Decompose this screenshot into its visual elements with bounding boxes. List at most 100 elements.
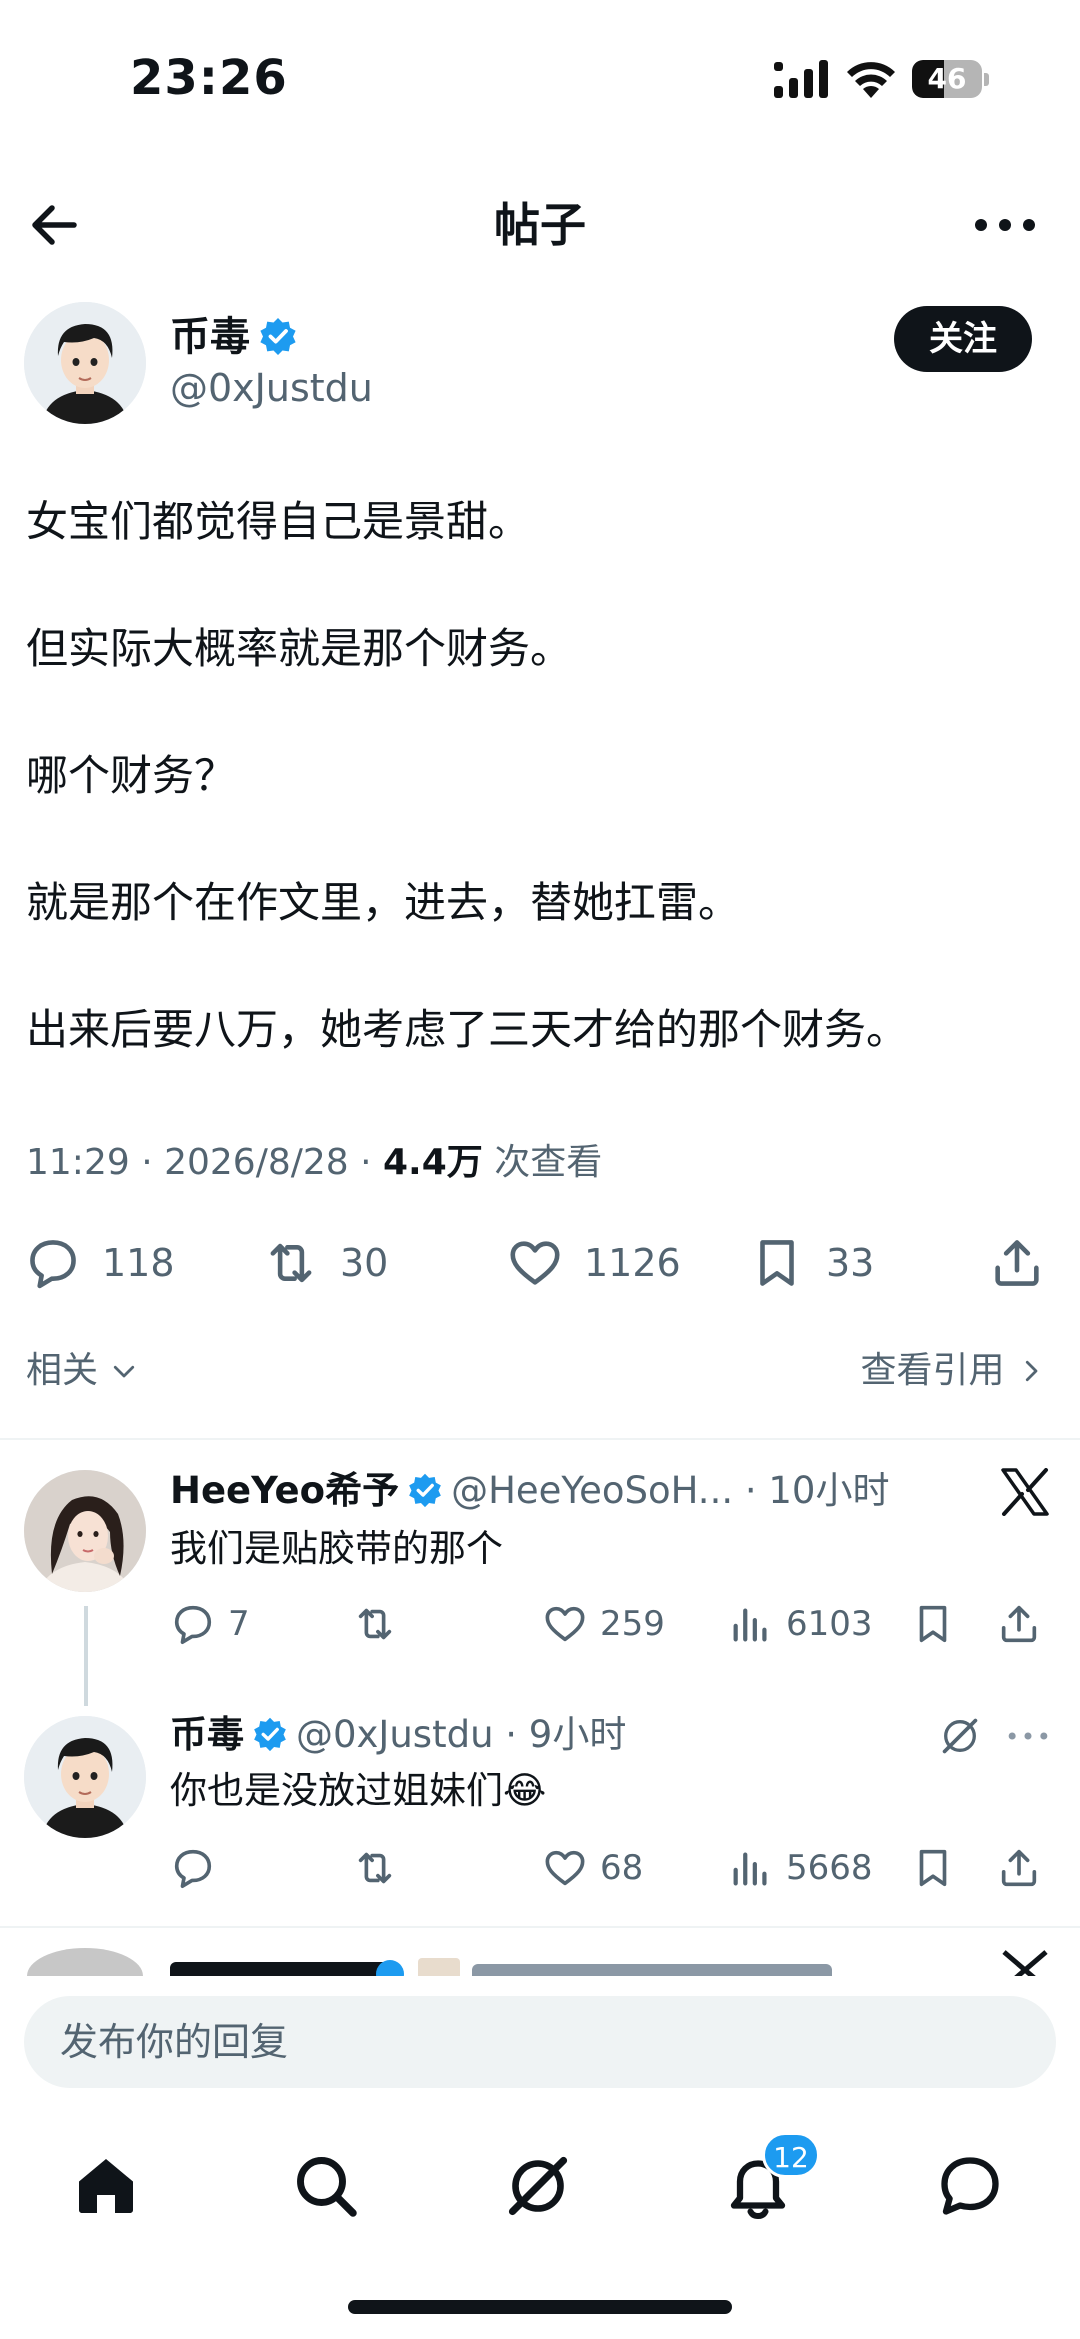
- x-logo-icon: [1001, 1468, 1049, 1516]
- heart-icon: [545, 1850, 585, 1886]
- bookmark-icon: [919, 1849, 947, 1887]
- tweet-paragraph: 女宝们都觉得自己是景甜。: [26, 497, 531, 546]
- reply-like-button[interactable]: 259: [542, 1594, 665, 1654]
- reply-views-button[interactable]: 5668: [728, 1838, 873, 1898]
- follow-button[interactable]: 关注: [894, 306, 1032, 372]
- tweet-timestamp[interactable]: 11:29 · 2026/8/28 ·: [26, 1142, 383, 1183]
- author-avatar[interactable]: [24, 302, 146, 424]
- bookmark-count: 33: [826, 1241, 875, 1285]
- tweet-paragraph: 哪个财务？: [26, 751, 237, 800]
- share-button[interactable]: [988, 1228, 1046, 1298]
- reply-handle-time[interactable]: @HeeYeoSoH... · 10小时: [451, 1469, 889, 1512]
- reply-actions: 68 5668: [170, 1838, 1050, 1898]
- reply-count: 118: [102, 1241, 175, 1285]
- page-title: 帖子: [494, 198, 586, 252]
- nav-search[interactable]: [290, 2150, 370, 2230]
- reply-views-count: 6103: [786, 1604, 873, 1644]
- verified-badge-icon: [254, 1717, 286, 1752]
- author-name-row[interactable]: 币毒: [170, 312, 298, 362]
- view-quotes-link[interactable]: 查看引用: [861, 1346, 1046, 1396]
- grok-icon: [508, 2156, 568, 2216]
- reply-comment-count: 7: [228, 1604, 250, 1644]
- view-quotes-label: 查看引用: [860, 1350, 1005, 1391]
- reply-author-name[interactable]: HeeYeo希予: [170, 1469, 399, 1512]
- battery-percent: 46: [927, 62, 967, 95]
- home-icon: [79, 2159, 133, 2213]
- verified-badge-icon: [409, 1473, 441, 1508]
- reply-icon: [30, 1240, 76, 1289]
- next-reply-peek: [0, 1928, 1080, 1976]
- reply-bookmark-button[interactable]: [910, 1594, 956, 1654]
- chevron-down-icon: [114, 1365, 135, 1378]
- related-link[interactable]: 相关: [26, 1346, 139, 1396]
- views-label: 次查看: [482, 1142, 603, 1183]
- chevron-right-icon: [1025, 1360, 1038, 1382]
- reply-button[interactable]: 118: [24, 1228, 175, 1298]
- reply-header: HeeYeo希予 @HeeYeoSoH... · 10小时: [170, 1466, 889, 1516]
- reply-like-button[interactable]: 68: [542, 1838, 643, 1898]
- reply-comment-button[interactable]: 7: [170, 1594, 250, 1654]
- reply-avatar[interactable]: [24, 1470, 146, 1592]
- share-icon: [1001, 1605, 1037, 1643]
- more-options-icon[interactable]: [1006, 1726, 1050, 1746]
- reply-share-button[interactable]: [996, 1594, 1042, 1654]
- reply-icon: [174, 1849, 212, 1889]
- battery-indicator: 46: [912, 60, 989, 98]
- repost-icon: [358, 1608, 392, 1640]
- views-count: 4.4万: [383, 1142, 483, 1183]
- author-name[interactable]: 币毒: [170, 314, 250, 360]
- more-options-icon[interactable]: [970, 195, 1040, 255]
- like-count: 1126: [584, 1241, 681, 1285]
- repost-icon: [358, 1852, 392, 1884]
- grok-icon[interactable]: [938, 1714, 982, 1758]
- nav-home[interactable]: [70, 2150, 150, 2230]
- related-label: 相关: [26, 1350, 99, 1391]
- heart-icon: [510, 1241, 560, 1285]
- share-icon: [1001, 1849, 1037, 1887]
- share-icon: [995, 1240, 1039, 1286]
- author-handle[interactable]: @0xJustdu: [170, 364, 373, 412]
- cellular-signal-icon: [774, 60, 828, 98]
- reply-bookmark-button[interactable]: [910, 1838, 956, 1898]
- bookmark-button[interactable]: 33: [748, 1228, 874, 1298]
- nav-grok[interactable]: [502, 2150, 582, 2230]
- reply-compose-input[interactable]: 发布你的回复: [24, 1996, 1056, 2088]
- wifi-icon: [847, 62, 895, 98]
- reply-comment-button[interactable]: [170, 1838, 228, 1898]
- tweet-text: 女宝们都觉得自己是景甜。 但实际大概率就是那个财务。 哪个财务？ 就是那个在作文…: [26, 492, 1056, 1127]
- repost-count: 30: [340, 1241, 389, 1285]
- reply-like-count: 259: [600, 1604, 665, 1644]
- bookmark-icon: [760, 1240, 794, 1286]
- analytics-icon: [733, 1852, 767, 1886]
- analytics-icon: [733, 1608, 767, 1642]
- status-time: 23:26: [130, 50, 288, 106]
- reply-handle-time[interactable]: @0xJustdu · 9小时: [296, 1713, 626, 1756]
- tweet-actions: 118 30 1126 33: [0, 1228, 1080, 1298]
- like-button[interactable]: 1126: [506, 1228, 681, 1298]
- tweet-paragraph: 出来后要八万，她考虑了三天才给的那个财务。: [26, 1005, 909, 1054]
- reply-views-button[interactable]: 6103: [728, 1594, 873, 1654]
- reply-repost-button[interactable]: [352, 1594, 410, 1654]
- reply-share-button[interactable]: [996, 1838, 1042, 1898]
- reply-views-count: 5668: [786, 1848, 873, 1888]
- verified-badge-icon: [260, 318, 296, 355]
- heart-icon: [545, 1606, 585, 1642]
- repost-button[interactable]: 30: [262, 1228, 388, 1298]
- reply-icon: [174, 1605, 212, 1645]
- divider: [0, 1438, 1080, 1440]
- repost-icon: [270, 1243, 312, 1283]
- reply-text: 你也是没放过姐妹们😂: [170, 1769, 547, 1812]
- compose-placeholder: 发布你的回复: [60, 2020, 289, 2064]
- status-bar: 23:26 46: [0, 0, 1080, 150]
- reply-repost-button[interactable]: [352, 1838, 410, 1898]
- bookmark-icon: [919, 1605, 947, 1643]
- nav-messages[interactable]: [934, 2150, 1014, 2230]
- reply-avatar[interactable]: [24, 1716, 146, 1838]
- tweet-meta: 11:29 · 2026/8/28 · 4.4万 次查看: [26, 1138, 602, 1188]
- reply-text: 我们是贴胶带的那个: [170, 1527, 503, 1570]
- reply-author-name[interactable]: 币毒: [170, 1713, 244, 1756]
- reply-header: 币毒 @0xJustdu · 9小时: [170, 1710, 626, 1760]
- reply-actions: 7 259 6103: [170, 1594, 1050, 1654]
- reply-like-count: 68: [600, 1848, 644, 1888]
- chat-bubble-icon: [941, 2157, 999, 2215]
